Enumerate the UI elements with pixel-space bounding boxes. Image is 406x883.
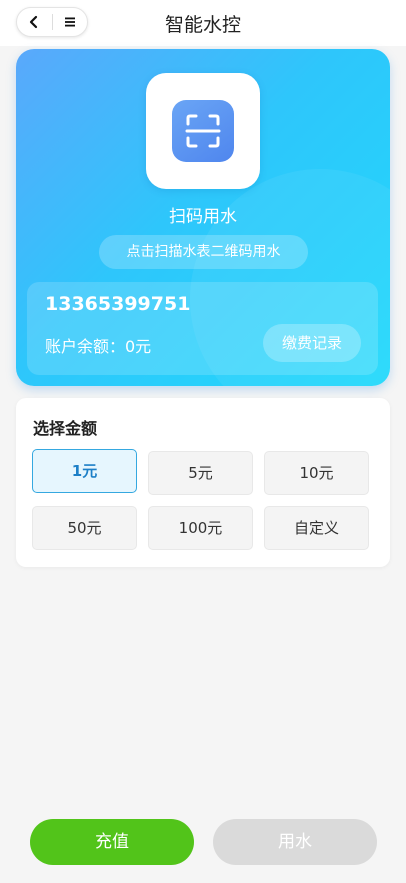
amount-option-50[interactable]: 50元 [32,506,137,550]
amount-option-100[interactable]: 100元 [148,506,253,550]
scan-hint-button[interactable]: 点击扫描水表二维码用水 [99,235,308,269]
nav-bar: 智能水控 [0,0,406,46]
scan-card: 扫码用水 点击扫描水表二维码用水 13365399751 账户余额：0元 缴费记… [16,49,390,386]
amount-option-1[interactable]: 1元 [32,449,137,493]
amount-title: 选择金额 [33,419,98,438]
recharge-button[interactable]: 充值 [30,819,194,865]
account-phone: 13365399751 [45,293,191,315]
scan-label: 扫码用水 [169,207,237,227]
use-water-button[interactable]: 用水 [213,819,377,865]
account-panel: 13365399751 账户余额：0元 缴费记录 [27,282,378,375]
account-balance: 账户余额：0元 [45,337,152,356]
page-title: 智能水控 [164,14,241,36]
amount-option-custom[interactable]: 自定义 [264,506,369,550]
amount-option-10[interactable]: 10元 [264,451,369,495]
amount-panel: 选择金额 1元 5元 10元 50元 100元 自定义 [16,398,390,567]
payment-record-button[interactable]: 缴费记录 [263,324,361,362]
scan-qr-icon [172,100,234,162]
scan-button[interactable] [146,73,260,189]
amount-option-5[interactable]: 5元 [148,451,253,495]
